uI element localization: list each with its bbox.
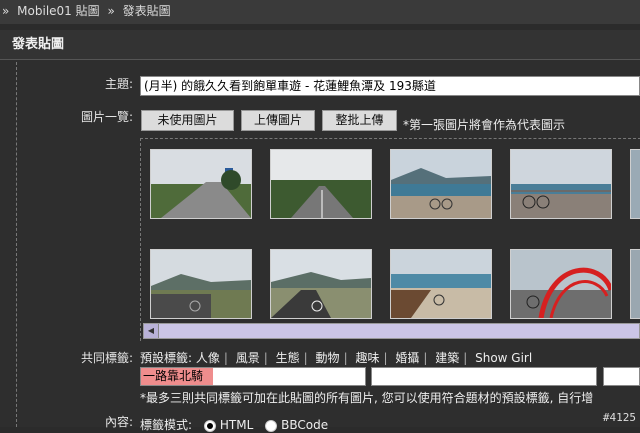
subject-label: 主題: bbox=[104, 77, 133, 91]
bbcode-option-label: BBCode bbox=[281, 418, 329, 432]
photo-thumbnail[interactable] bbox=[510, 149, 612, 219]
batch-upload-button[interactable]: 整批上傳 bbox=[322, 110, 397, 131]
content-label: 內容: bbox=[104, 415, 133, 429]
markup-mode-label: 標籤模式: bbox=[140, 418, 193, 432]
preset-tag-link[interactable]: 婚攝 bbox=[395, 351, 419, 365]
subject-input[interactable]: (月半) 的餓久久看到飽單車遊 - 花蓮鯉魚潭及 193縣道 bbox=[140, 76, 640, 96]
gallery-scrollbar[interactable]: ◀ bbox=[143, 323, 640, 339]
html-option-label: HTML bbox=[219, 418, 254, 432]
preset-tag-link[interactable]: 風景 bbox=[236, 351, 260, 365]
tag-separator: | bbox=[303, 351, 308, 365]
images-note: *第一張圖片將會作為代表圖示 bbox=[403, 118, 566, 132]
markup-mode-row: 標籤模式: HTML BBCode bbox=[140, 416, 328, 433]
watermark: #4125 bbox=[602, 411, 636, 424]
bbcode-radio[interactable] bbox=[265, 419, 278, 432]
preset-tag-link[interactable]: 動物 bbox=[316, 351, 340, 365]
upload-image-button[interactable]: 上傳圖片 bbox=[241, 110, 315, 131]
scroll-left-icon[interactable]: ◀ bbox=[144, 324, 159, 338]
preset-tag-link[interactable]: 建築 bbox=[435, 351, 459, 365]
photo-thumbnail[interactable] bbox=[390, 149, 492, 219]
photo-thumbnail[interactable] bbox=[150, 249, 252, 319]
breadcrumb-sep: » bbox=[107, 4, 115, 18]
tag-input-2[interactable] bbox=[371, 367, 597, 386]
preset-tag-link[interactable]: Show Girl bbox=[475, 351, 532, 365]
photo-thumbnail[interactable] bbox=[630, 249, 640, 319]
tag-separator: | bbox=[463, 351, 468, 365]
photo-thumbnail[interactable] bbox=[270, 149, 372, 219]
tags-hint: *最多三則共同標籤可加在此貼圖的所有圖片, 您可以使用符合題材的預設標籤, 自行… bbox=[140, 391, 594, 405]
preset-tags: 預設標籤: 人像 | 風景 | 生態 | 動物 | 趣味 | 婚攝 | 建築 | Show G… bbox=[140, 349, 532, 366]
tag-separator: | bbox=[383, 351, 388, 365]
photo-thumbnail[interactable] bbox=[510, 249, 612, 319]
tag-input-1[interactable]: 一路靠北騎 bbox=[140, 367, 366, 386]
photo-thumbnail[interactable] bbox=[270, 249, 372, 319]
tag-input-value: 一路靠北騎 bbox=[141, 368, 213, 385]
photo-thumbnail[interactable] bbox=[630, 149, 640, 219]
panel-title: 發表貼圖 bbox=[0, 30, 640, 60]
tag-input-3[interactable] bbox=[603, 367, 640, 386]
preset-tag-link[interactable]: 人像 bbox=[196, 351, 220, 365]
breadcrumb-current: 發表貼圖 bbox=[122, 4, 171, 18]
images-label: 圖片一覽: bbox=[80, 110, 133, 124]
tags-label: 共同標籤: bbox=[80, 351, 133, 365]
breadcrumb: » Mobile01 貼圖 » 發表貼圖 bbox=[0, 0, 640, 24]
preset-tags-label: 預設標籤: bbox=[140, 351, 193, 365]
tag-separator: | bbox=[343, 351, 348, 365]
breadcrumb-sep: » bbox=[2, 4, 10, 18]
preset-tag-link[interactable]: 生態 bbox=[276, 351, 300, 365]
unused-images-button[interactable]: 未使用圖片 bbox=[141, 110, 234, 131]
tag-separator: | bbox=[423, 351, 428, 365]
photo-thumbnail[interactable] bbox=[150, 149, 252, 219]
photo-thumbnail[interactable] bbox=[390, 249, 492, 319]
html-radio[interactable] bbox=[203, 419, 216, 432]
tag-separator: | bbox=[223, 351, 228, 365]
breadcrumb-site-link[interactable]: Mobile01 貼圖 bbox=[17, 4, 99, 18]
tag-separator: | bbox=[263, 351, 268, 365]
preset-tag-link[interactable]: 趣味 bbox=[355, 351, 379, 365]
